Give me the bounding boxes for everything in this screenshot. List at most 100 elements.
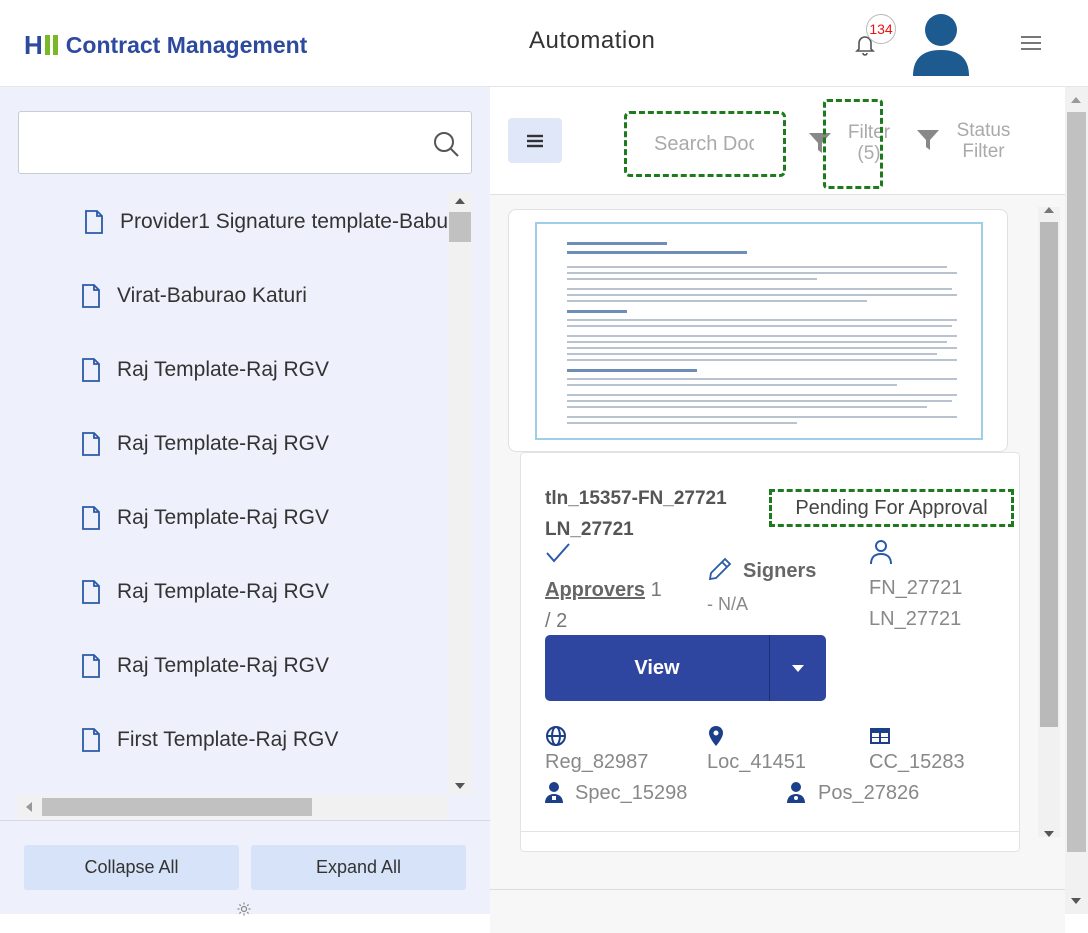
signers-value: - N/A	[707, 594, 749, 614]
tree-item[interactable]: Raj Template-Raj RGV	[81, 577, 329, 607]
tree-item-label: Provider1 Signature template-Baburao Kat…	[120, 210, 448, 233]
scroll-down-arrow-icon[interactable]	[455, 783, 465, 789]
user-avatar-icon[interactable]	[913, 12, 969, 76]
scroll-down-arrow-icon[interactable]	[1071, 898, 1081, 904]
scroll-up-arrow-icon[interactable]	[1044, 207, 1054, 213]
logo-letter: H	[24, 29, 43, 60]
cost-center-value: CC_15283	[869, 751, 965, 773]
scrollbar-thumb[interactable]	[42, 798, 312, 816]
filter-highlight	[823, 99, 883, 189]
assignee-last-name: LN_27721	[869, 608, 962, 630]
scrollbar-thumb[interactable]	[1040, 222, 1058, 727]
expand-all-button[interactable]: Expand All	[251, 845, 466, 890]
approvers-count: 1	[650, 579, 662, 601]
toggle-sidebar-button[interactable]	[508, 118, 562, 163]
approvers-total: / 2	[545, 610, 568, 632]
template-tree: Provider1 Signature template-Baburao Kat…	[18, 192, 448, 777]
globe-icon	[546, 726, 566, 746]
document-preview[interactable]	[508, 209, 1008, 452]
tree-item-label: Raj Template-Raj RGV	[117, 506, 330, 529]
cards-vertical-scrollbar[interactable]	[1038, 207, 1060, 837]
app-logo[interactable]: H Contract Management	[24, 30, 307, 60]
tree-item-label: Raj Template-Raj RGV	[117, 580, 330, 603]
gear-icon[interactable]	[236, 901, 252, 917]
document-title-line-1: tln_15357-FN_27721	[545, 488, 727, 509]
specialty-icon	[545, 782, 563, 803]
tree-item[interactable]: Raj Template-Raj RGV	[81, 429, 329, 459]
approvers-info: Approvers 1 / 2	[545, 575, 685, 637]
notification-badge[interactable]: 134	[866, 14, 896, 44]
position-icon	[787, 782, 805, 803]
tree-item-label: First Template-Raj RGV	[117, 728, 339, 751]
status-filter-label-1: Status	[956, 120, 1011, 141]
tree-item[interactable]: Raj Template-Raj RGV	[81, 355, 329, 385]
tree-item-label: Raj Template-Raj RGV	[117, 654, 330, 677]
scroll-down-arrow-icon[interactable]	[1044, 831, 1054, 837]
view-button[interactable]: View	[545, 635, 769, 701]
signers-label: Signers	[743, 560, 817, 582]
person-icon	[870, 540, 892, 565]
document-card-list: tln_15357-FN_27721 LN_27721 Pending For …	[490, 195, 1065, 933]
sidebar-footer: Collapse All Expand All	[0, 820, 490, 917]
menu-icon	[527, 134, 543, 147]
location-value: Loc_41451	[707, 751, 806, 773]
file-icon	[85, 210, 103, 234]
page-title: Automation	[529, 27, 656, 54]
sidebar-search-field[interactable]	[18, 111, 472, 174]
tree-item[interactable]: First Template-Raj RGV	[81, 725, 338, 755]
template-sidebar: Provider1 Signature template-Baburao Kat…	[0, 87, 514, 917]
tree-item-label: Raj Template-Raj RGV	[117, 432, 330, 455]
document-card: tln_15357-FN_27721 LN_27721 Pending For …	[520, 452, 1020, 852]
file-icon	[82, 654, 100, 678]
scroll-up-arrow-icon[interactable]	[1071, 97, 1081, 103]
panel-divider	[490, 889, 1065, 890]
assignee-name: FN_27721 LN_27721	[869, 573, 1009, 635]
region-value: Reg_82987	[545, 751, 649, 773]
card-divider	[521, 831, 1019, 832]
view-split-button: View	[545, 635, 826, 701]
check-icon	[546, 543, 570, 563]
app-name: Contract Management	[65, 31, 308, 58]
scroll-up-arrow-icon[interactable]	[455, 198, 465, 204]
scrollbar-thumb[interactable]	[449, 212, 471, 242]
app-header: H Contract Management Automation 134	[0, 0, 1088, 87]
search-icon[interactable]	[433, 131, 459, 157]
specialty-value: Spec_15298	[575, 782, 688, 804]
document-thumbnail	[535, 222, 983, 440]
logo-bars	[44, 35, 58, 55]
scrollbar-thumb[interactable]	[1067, 112, 1086, 852]
tree-item[interactable]: Raj Template-Raj RGV	[81, 651, 329, 681]
document-title-line-2: LN_27721	[545, 519, 634, 540]
search-documents-input[interactable]	[654, 132, 754, 156]
status-filter-icon[interactable]	[916, 129, 940, 151]
tree-horizontal-scrollbar[interactable]	[18, 795, 514, 819]
scroll-left-arrow-icon[interactable]	[26, 802, 32, 812]
file-icon	[82, 358, 100, 382]
status-filter-label-2: Filter	[962, 141, 1005, 162]
tree-item[interactable]: Raj Template-Raj RGV	[81, 503, 329, 533]
file-icon	[82, 432, 100, 456]
page-vertical-scrollbar[interactable]	[1065, 87, 1088, 914]
pencil-icon	[708, 557, 732, 581]
caret-down-icon	[792, 664, 804, 672]
assignee-first-name: FN_27721	[869, 577, 963, 599]
file-icon	[82, 284, 100, 308]
file-icon	[82, 506, 100, 530]
tree-item[interactable]: Provider1 Signature template-Baburao Kat…	[84, 207, 448, 237]
document-title[interactable]: tln_15357-FN_27721 LN_27721	[545, 483, 765, 545]
view-dropdown-toggle[interactable]	[769, 635, 826, 701]
file-icon	[82, 728, 100, 752]
approvers-link[interactable]: Approvers	[545, 579, 645, 601]
status-filter-button[interactable]: Status Filter	[946, 120, 1021, 162]
search-documents-field[interactable]	[624, 111, 786, 177]
tree-item[interactable]: Virat-Baburao Katuri	[81, 281, 307, 311]
tree-item-label: Virat-Baburao Katuri	[117, 284, 307, 307]
location-pin-icon	[709, 726, 723, 746]
collapse-all-button[interactable]: Collapse All	[24, 845, 239, 890]
tree-vertical-scrollbar[interactable]	[448, 192, 472, 795]
documents-toolbar: Filter (5) Status Filter	[490, 87, 1065, 195]
tree-item-label: Raj Template-Raj RGV	[117, 358, 330, 381]
menu-icon[interactable]	[1020, 34, 1042, 52]
table-icon	[870, 728, 890, 744]
file-icon	[82, 580, 100, 604]
